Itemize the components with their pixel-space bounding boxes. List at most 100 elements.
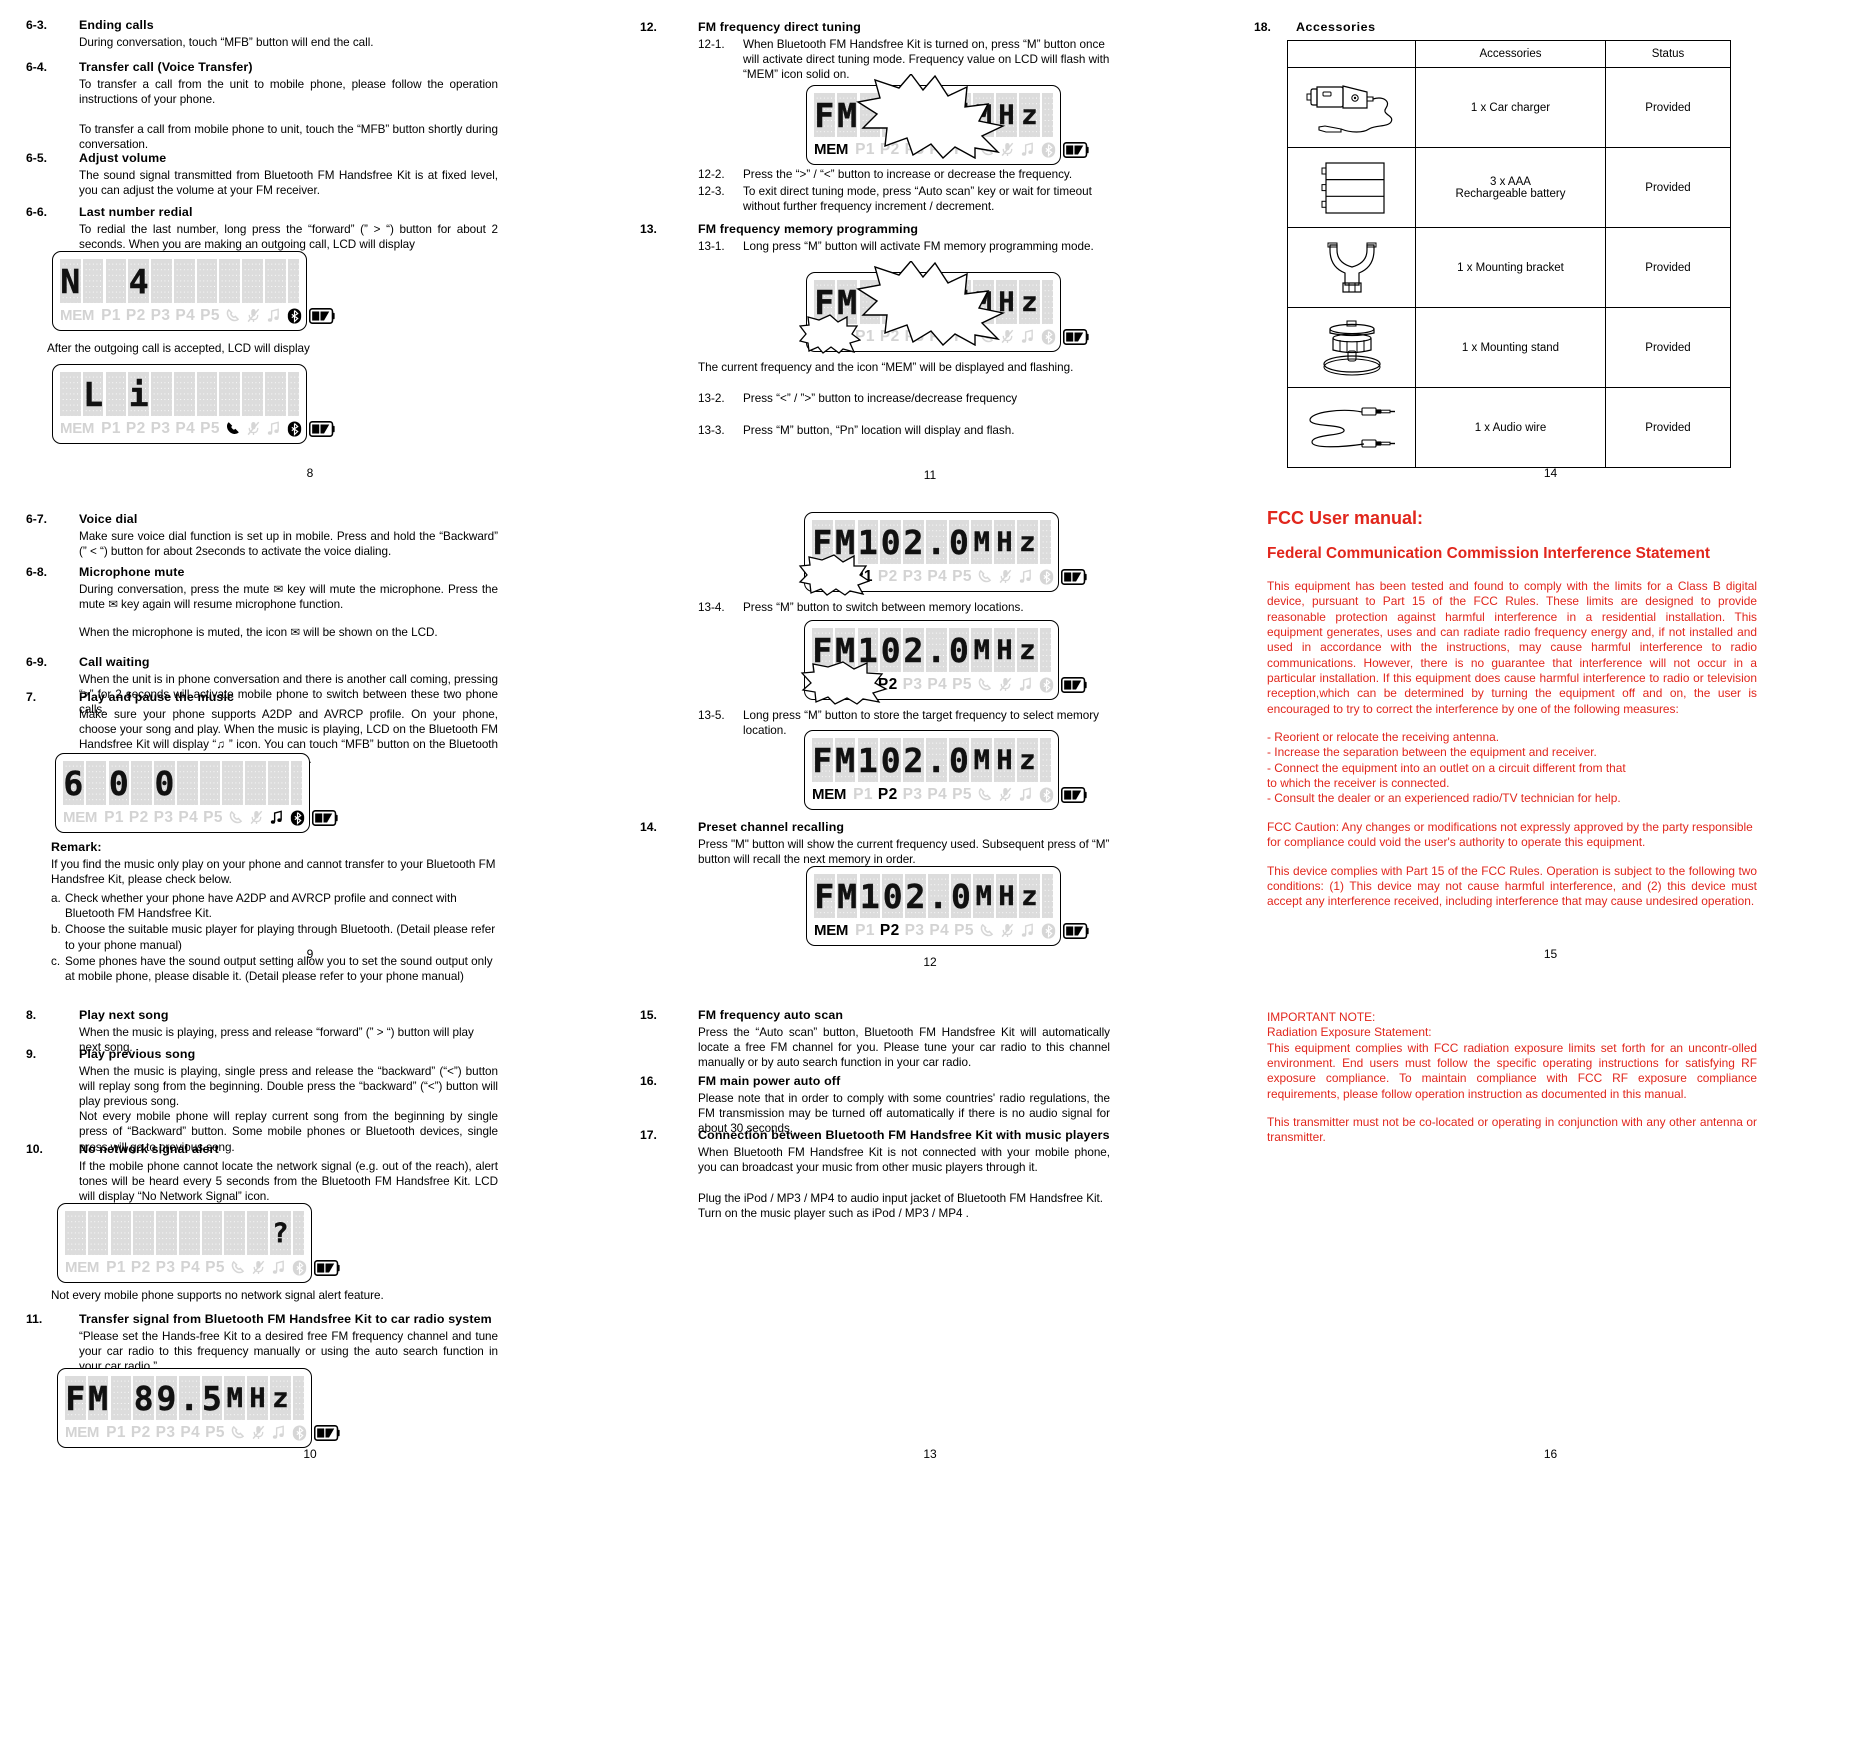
- lcd-preset-p2: P2: [879, 140, 900, 158]
- lcd-cell: 2: [905, 874, 926, 918]
- lcd-cell: H: [996, 874, 1017, 918]
- fcc-bullet: - Connect the equipment into an outlet o…: [1267, 760, 1626, 775]
- music-icon: [1021, 923, 1034, 938]
- section-number: 8.: [26, 1008, 37, 1022]
- section-title: Play next song: [79, 1008, 169, 1022]
- lcd-cell: M: [971, 520, 993, 564]
- music-icon: [267, 308, 280, 323]
- lcd-cell: 0: [950, 874, 972, 918]
- sub-item: 12-1. When Bluetooth FM Handsfree Kit is…: [698, 37, 1110, 81]
- battery-icon: [313, 1424, 340, 1441]
- mute-icon: [252, 1260, 265, 1275]
- bluetooth-icon: [290, 809, 305, 826]
- section-6-7: 6-7. Voice dial Make sure voice dial fun…: [26, 512, 498, 559]
- lcd-cell: [196, 259, 218, 303]
- accessory-name: 1 x Car charger: [1415, 67, 1606, 148]
- lcd-cell: H: [994, 520, 1015, 564]
- fcc-title: FCC User manual:: [1267, 508, 1424, 528]
- section-6-5: 6-5. Adjust volume The sound signal tran…: [26, 151, 498, 198]
- lcd-preset-p5: P5: [954, 327, 974, 345]
- section-14: 14. Preset channel recalling Press "M" b…: [640, 820, 1110, 867]
- section-number: 7.: [26, 690, 37, 704]
- battery-icon: [308, 420, 335, 437]
- lcd-preset-p2: P2: [125, 419, 146, 437]
- fcc-section: FCC User manual: Federal Communication C…: [1267, 508, 1757, 910]
- mute-icon: [247, 308, 260, 323]
- section-paragraph: Press "M" button will show the current f…: [698, 837, 1110, 866]
- lcd-cell: [1041, 280, 1053, 324]
- lcd-text-row: F M 1 0 2 . 0 M H z: [812, 736, 1051, 782]
- section-title: Adjust volume: [79, 151, 167, 165]
- lcd-preset-p4: P4: [927, 785, 948, 803]
- fcc-subtitle: Federal Communication Commission Interfe…: [1267, 545, 1711, 562]
- section-number: 6-5.: [26, 151, 48, 165]
- section-13: 13. FM frequency memory programming 13-1…: [640, 222, 1110, 254]
- lcd-cell: [199, 761, 221, 805]
- lcd-cell: [201, 1211, 223, 1255]
- lcd-cell: F: [814, 93, 835, 137]
- manual-page: 6-3. Ending calls During conversation, t…: [0, 0, 1861, 1755]
- lcd-preset-p3: P3: [904, 921, 925, 939]
- lcd-cell: .: [927, 874, 949, 918]
- lcd-cell: 0: [880, 520, 901, 564]
- lcd-cell: 5: [201, 1376, 223, 1420]
- section-paragraph: To transfer a call from mobile phone to …: [79, 122, 498, 152]
- lcd-preset-p1: P1: [855, 921, 875, 939]
- radiation-title: Radiation Exposure Statement:: [1267, 1025, 1432, 1040]
- mute-icon: [999, 677, 1012, 692]
- section-paragraph: To transfer a call from the unit to mobi…: [79, 77, 498, 106]
- section-title: FM frequency memory programming: [698, 222, 919, 236]
- lcd-cell: .: [178, 1376, 200, 1420]
- call-icon: [979, 142, 994, 157]
- section-paragraph: During conversation, press the mute ✉ ke…: [79, 582, 498, 611]
- lcd-fm-89-5: F M 8 9 . 5 M H z MEM P1 P2 P3 P4 P5: [57, 1368, 340, 1448]
- lcd-redial-dialing: N 4 MEM P1 P2 P3 P4 P5: [52, 251, 335, 331]
- battery-icon: [1060, 568, 1087, 585]
- lcd-preset-p1: P1: [106, 1258, 126, 1276]
- fcc-bullet: - Consult the dealer or an experienced r…: [1267, 791, 1621, 806]
- accessory-name: 1 x Audio wire: [1415, 387, 1606, 468]
- table-row: 3 x AAA Rechargeable battery Provided: [1287, 147, 1731, 228]
- lcd-status-bar: MEM P1 P2 P3 P4 P5: [812, 784, 1087, 805]
- lcd-mem-p2-stored: F M 1 0 2 . 0 M H z MEM P1 P2 P3 P4 P5: [804, 730, 1087, 810]
- section-6-6: 6-6. Last number redial To redial the la…: [26, 205, 498, 252]
- lcd-preset-p3: P3: [904, 140, 925, 158]
- list-item: a. Check whether your phone have A2DP an…: [51, 891, 457, 921]
- lcd-cell: [105, 259, 127, 303]
- lcd-preset-p4: P4: [175, 419, 196, 437]
- lcd-text-row: F M 1 0 2 . 0 M H z: [812, 518, 1051, 564]
- section-number: 6-6.: [26, 205, 48, 219]
- lcd-cell: [176, 761, 198, 805]
- lcd-cell: [1039, 628, 1051, 672]
- lcd-cell: z: [1017, 628, 1038, 672]
- page-number: 11: [923, 468, 937, 482]
- lcd-mem-label: MEM: [814, 922, 849, 939]
- lcd-cell: F: [814, 280, 835, 324]
- lcd-cell: [265, 372, 286, 416]
- page-number: 10: [303, 1447, 317, 1461]
- lcd-cell: 8: [882, 93, 903, 137]
- lcd-cell: F: [812, 628, 833, 672]
- lcd-cell: [287, 372, 299, 416]
- lcd-cell: 0: [880, 738, 901, 782]
- column-1: 6-3. Ending calls During conversation, t…: [0, 0, 620, 1755]
- aaa-battery-icon: [1287, 147, 1416, 228]
- lcd-mem-label: MEM: [812, 568, 847, 585]
- lcd-text-row: N 4: [60, 257, 299, 303]
- lcd-mem-label: MEM: [65, 1424, 100, 1441]
- accessory-name: 1 x Mounting bracket: [1415, 227, 1606, 308]
- fcc-bullet: - Reorient or relocate the receiving ant…: [1267, 730, 1500, 745]
- lcd-cell: H: [996, 93, 1017, 137]
- lcd-cell: .: [927, 93, 949, 137]
- lcd-cell: [219, 259, 241, 303]
- audio-wire-icon: [1287, 387, 1416, 468]
- lcd-cell: [110, 1211, 132, 1255]
- lcd-cell: [156, 1211, 177, 1255]
- section-paragraph: Make sure voice dial function is set up …: [79, 529, 498, 558]
- lcd-text-row: 6 0 0: [63, 759, 302, 805]
- lcd-cell: 8: [882, 280, 903, 324]
- lcd-cell: [131, 761, 152, 805]
- lcd-cell: 0: [948, 520, 970, 564]
- lcd-cell: [242, 259, 263, 303]
- mute-icon: [1001, 329, 1014, 344]
